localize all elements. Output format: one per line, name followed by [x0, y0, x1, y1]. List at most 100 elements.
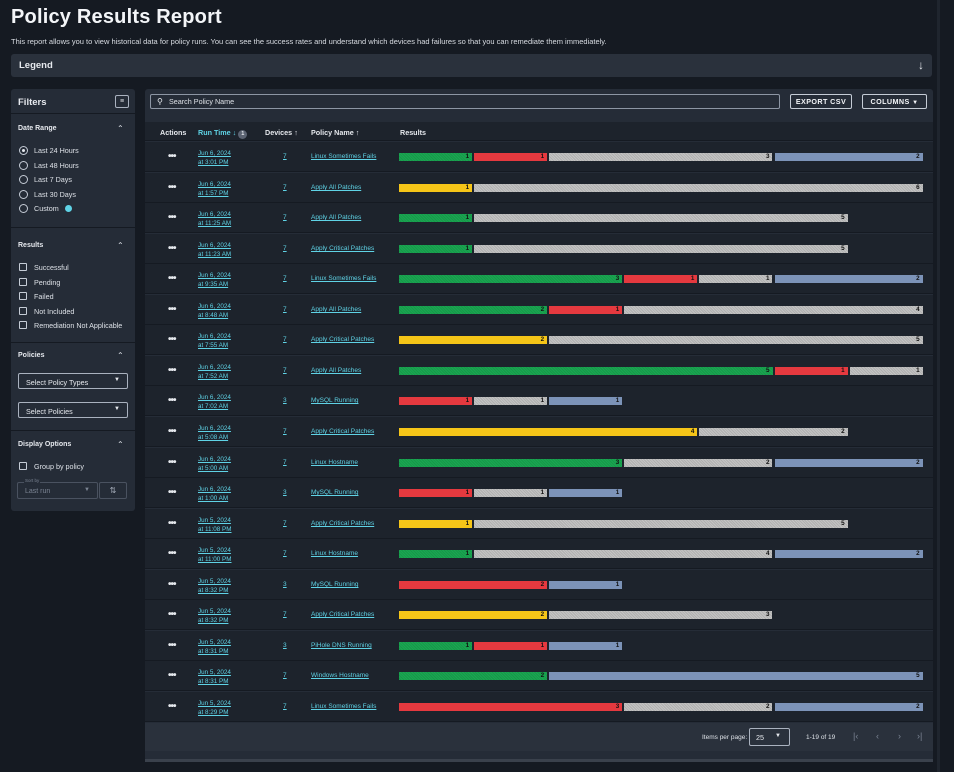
- radio-button[interactable]: [19, 174, 28, 184]
- devices-link[interactable]: 7: [283, 245, 287, 252]
- run-time-link[interactable]: Jun 6, 2024 at 1:57 PM: [198, 180, 231, 198]
- devices-link[interactable]: 3: [283, 489, 287, 496]
- sort-by-select[interactable]: Sort by Last run ▼: [17, 478, 98, 499]
- header-run-time[interactable]: Run Time ↓ 1: [198, 128, 248, 139]
- search-field[interactable]: ⚲: [150, 94, 780, 109]
- policy-name-link[interactable]: Linux Sometimes Fails: [311, 703, 376, 710]
- run-time-link[interactable]: Jun 5, 2024 at 8:32 PM: [198, 607, 231, 625]
- previous-page-icon[interactable]: ‹: [876, 731, 879, 741]
- row-actions-icon[interactable]: •••: [168, 304, 176, 315]
- policy-name-link[interactable]: Windows Hostname: [311, 672, 369, 679]
- devices-link[interactable]: 7: [283, 184, 287, 191]
- devices-link[interactable]: 7: [283, 550, 287, 557]
- devices-link[interactable]: 7: [283, 153, 287, 160]
- radio-button[interactable]: [19, 189, 28, 199]
- checkbox[interactable]: [19, 263, 27, 271]
- radio-button[interactable]: [19, 203, 28, 213]
- devices-link[interactable]: 7: [283, 336, 287, 343]
- run-time-link[interactable]: Jun 5, 2024 at 11:00 PM: [198, 546, 232, 564]
- devices-link[interactable]: 7: [283, 611, 287, 618]
- devices-link[interactable]: 3: [283, 581, 287, 588]
- row-actions-icon[interactable]: •••: [168, 151, 176, 162]
- run-time-link[interactable]: Jun 6, 2024 at 5:00 AM: [198, 455, 231, 473]
- checkbox[interactable]: [19, 321, 27, 329]
- group-by-policy-option[interactable]: Group by policy: [19, 461, 84, 471]
- radio-button[interactable]: [19, 145, 28, 155]
- run-time-link[interactable]: Jun 6, 2024 at 9:35 AM: [198, 271, 231, 289]
- row-actions-icon[interactable]: •••: [168, 548, 176, 559]
- export-csv-button[interactable]: EXPORT CSV: [790, 94, 852, 109]
- devices-link[interactable]: 7: [283, 306, 287, 313]
- policy-name-link[interactable]: Apply Critical Patches: [311, 336, 374, 343]
- chevron-up-icon[interactable]: ⌃: [117, 241, 124, 250]
- run-time-link[interactable]: Jun 5, 2024 at 11:08 PM: [198, 516, 232, 534]
- run-time-link[interactable]: Jun 6, 2024 at 7:55 AM: [198, 332, 231, 350]
- policy-name-link[interactable]: Apply All Patches: [311, 214, 361, 221]
- header-policy-name[interactable]: Policy Name ↑: [311, 128, 359, 137]
- row-actions-icon[interactable]: •••: [168, 640, 176, 651]
- checkbox[interactable]: [19, 278, 27, 286]
- results-option[interactable]: Successful: [19, 262, 69, 272]
- run-time-link[interactable]: Jun 5, 2024 at 8:31 PM: [198, 638, 231, 656]
- policy-name-link[interactable]: MySQL Running: [311, 489, 358, 496]
- run-time-link[interactable]: Jun 5, 2024 at 8:32 PM: [198, 577, 231, 595]
- results-option[interactable]: Failed: [19, 291, 54, 301]
- devices-link[interactable]: 7: [283, 459, 287, 466]
- legend-accordion[interactable]: Legend ↓: [11, 54, 932, 77]
- collapse-filters-icon[interactable]: ≡: [115, 95, 129, 108]
- checkbox[interactable]: [19, 292, 27, 300]
- results-option[interactable]: Not Included: [19, 306, 74, 316]
- radio-button[interactable]: [19, 160, 28, 170]
- row-actions-icon[interactable]: •••: [168, 212, 176, 223]
- policies-select[interactable]: Select Policies ▼: [18, 402, 128, 418]
- policy-name-link[interactable]: Apply All Patches: [311, 306, 361, 313]
- run-time-link[interactable]: Jun 5, 2024 at 8:31 PM: [198, 668, 231, 686]
- row-actions-icon[interactable]: •••: [168, 334, 176, 345]
- run-time-link[interactable]: Jun 6, 2024 at 11:23 AM: [198, 241, 231, 259]
- policy-name-link[interactable]: MySQL Running: [311, 581, 358, 588]
- devices-link[interactable]: 7: [283, 367, 287, 374]
- vertical-scrollbar[interactable]: [937, 0, 940, 772]
- chevron-up-icon[interactable]: ⌃: [117, 351, 124, 360]
- policy-name-link[interactable]: Apply All Patches: [311, 184, 361, 191]
- row-actions-icon[interactable]: •••: [168, 701, 176, 712]
- policy-name-link[interactable]: Linux Sometimes Fails: [311, 275, 376, 282]
- policy-name-link[interactable]: Apply All Patches: [311, 367, 361, 374]
- row-actions-icon[interactable]: •••: [168, 365, 176, 376]
- policy-name-link[interactable]: Apply Critical Patches: [311, 520, 374, 527]
- run-time-link[interactable]: Jun 6, 2024 at 8:48 AM: [198, 302, 231, 320]
- devices-link[interactable]: 7: [283, 520, 287, 527]
- devices-link[interactable]: 3: [283, 397, 287, 404]
- results-option[interactable]: Remediation Not Applicable: [19, 320, 122, 330]
- row-actions-icon[interactable]: •••: [168, 487, 176, 498]
- first-page-icon[interactable]: |‹: [853, 731, 858, 741]
- devices-link[interactable]: 7: [283, 214, 287, 221]
- run-time-link[interactable]: Jun 6, 2024 at 5:08 AM: [198, 424, 231, 442]
- arrow-down-icon[interactable]: ↓: [918, 58, 924, 72]
- checkbox[interactable]: [19, 462, 27, 470]
- row-actions-icon[interactable]: •••: [168, 182, 176, 193]
- devices-link[interactable]: 7: [283, 672, 287, 679]
- columns-button[interactable]: COLUMNS ▼: [862, 94, 927, 109]
- search-input[interactable]: [169, 96, 769, 107]
- policy-name-link[interactable]: Linux Hostname: [311, 550, 358, 557]
- run-time-link[interactable]: Jun 6, 2024 at 7:52 AM: [198, 363, 231, 381]
- items-per-page-select[interactable]: 25 ▼: [749, 728, 790, 746]
- date-range-option[interactable]: Last 7 Days: [19, 174, 72, 184]
- row-actions-icon[interactable]: •••: [168, 457, 176, 468]
- run-time-link[interactable]: Jun 6, 2024 at 3:01 PM: [198, 149, 231, 167]
- date-range-option[interactable]: Last 48 Hours: [19, 160, 79, 170]
- run-time-link[interactable]: Jun 5, 2024 at 8:29 PM: [198, 699, 231, 717]
- row-actions-icon[interactable]: •••: [168, 579, 176, 590]
- run-time-link[interactable]: Jun 6, 2024 at 1:00 AM: [198, 485, 231, 503]
- horizontal-scrollbar[interactable]: [145, 759, 933, 762]
- policy-types-select[interactable]: Select Policy Types ▼: [18, 373, 128, 389]
- header-devices[interactable]: Devices ↑: [265, 128, 298, 137]
- chevron-up-icon[interactable]: ⌃: [117, 124, 124, 133]
- date-range-option[interactable]: Custom: [19, 203, 72, 213]
- run-time-link[interactable]: Jun 6, 2024 at 11:25 AM: [198, 210, 231, 228]
- date-range-option[interactable]: Last 30 Days: [19, 189, 76, 199]
- chevron-up-icon[interactable]: ⌃: [117, 440, 124, 449]
- results-option[interactable]: Pending: [19, 277, 60, 287]
- row-actions-icon[interactable]: •••: [168, 273, 176, 284]
